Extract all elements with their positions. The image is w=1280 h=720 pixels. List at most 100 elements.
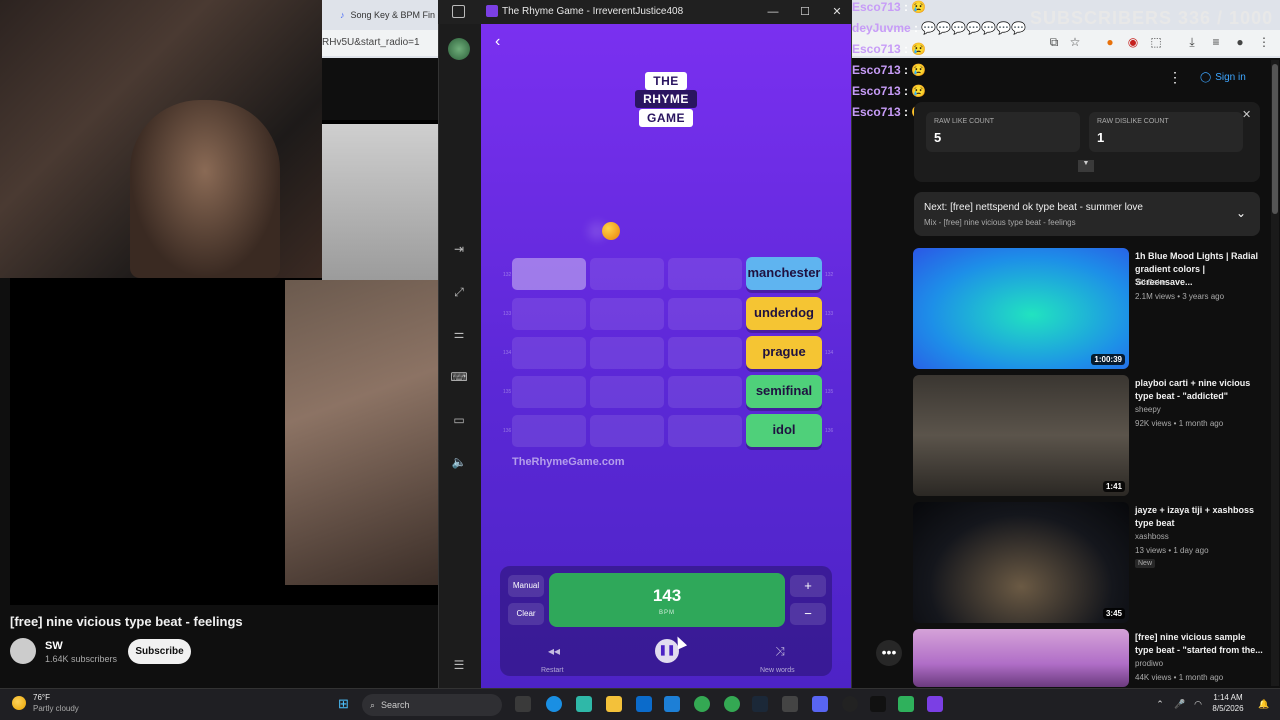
expand-chevron-icon[interactable]: ⌄ — [1236, 206, 1246, 220]
shuffle-icon[interactable]: ⤨ — [767, 644, 793, 660]
keyboard-icon[interactable]: ⌨ — [450, 368, 468, 386]
close-icon[interactable]: ✕ — [1242, 108, 1251, 121]
profile-avatar[interactable]: ● — [1232, 34, 1248, 50]
bpm-label: BPM — [658, 610, 675, 616]
back-arrow-icon[interactable]: ‹ — [495, 33, 500, 51]
obs-icon[interactable] — [842, 696, 858, 712]
channel-avatar[interactable] — [10, 638, 36, 664]
rhyme-word: prague — [746, 336, 822, 369]
tray-overflow-icon[interactable]: ⌃ — [1154, 698, 1166, 710]
app-icon-generic[interactable] — [782, 696, 798, 712]
chrome-icon[interactable] — [694, 696, 710, 712]
bookmark-star-icon[interactable]: ☆ — [1067, 34, 1083, 50]
clock-time[interactable]: 1:14 AM — [1203, 693, 1253, 702]
task-view-icon[interactable] — [515, 696, 531, 712]
weather-sun-icon[interactable] — [12, 696, 26, 710]
extension-icon[interactable]: ● — [1102, 34, 1118, 50]
recommendation-thumbnail[interactable]: 1:00:39 — [913, 248, 1129, 369]
recommendation-title[interactable]: playboi carti + nine vicious type beat -… — [1135, 377, 1265, 403]
chat-username: Esco713 — [852, 105, 901, 119]
maximize-icon[interactable]: ☐ — [795, 3, 815, 21]
sign-in-button[interactable]: ◯ Sign in — [1200, 68, 1256, 86]
recommendation-thumbnail[interactable] — [913, 629, 1129, 687]
beat-cell — [668, 258, 742, 290]
browser-tab[interactable]: ♪ Song Key & BPM Fin — [340, 4, 438, 26]
logo-line-1: THE — [481, 72, 851, 90]
more-actions-button[interactable]: ••• — [876, 640, 902, 666]
logo-rhyme: RHYME — [635, 90, 697, 108]
site-watermark: TheRhymeGame.com — [512, 456, 625, 468]
row-number: 135 — [503, 389, 512, 395]
login-icon[interactable]: ⇥ — [450, 240, 468, 258]
install-icon[interactable]: ⧉ — [1046, 34, 1062, 50]
beat-cell — [668, 298, 742, 330]
rhyme-word: underdog — [746, 297, 822, 330]
chat-username: Esco713 — [852, 42, 901, 56]
close-window-icon[interactable]: ✕ — [827, 3, 847, 21]
app-arrow-icon[interactable] — [898, 696, 914, 712]
copilot-icon[interactable] — [576, 696, 592, 712]
terminal-icon[interactable] — [870, 696, 886, 712]
beat-cell — [668, 337, 742, 369]
recommendation-channel: prodiwo — [1135, 659, 1164, 668]
weather-temperature[interactable]: 76°F — [33, 693, 50, 702]
raw-dislike-value: 1 — [1097, 130, 1105, 145]
restart-icon[interactable]: ◂◂ — [541, 644, 567, 660]
video-title: [free] nine vicious type beat - feelings — [10, 614, 243, 629]
edge-icon[interactable] — [546, 696, 562, 712]
clock-date[interactable]: 8/5/2026 — [1203, 704, 1253, 713]
steam-icon[interactable] — [752, 696, 768, 712]
tag-icon[interactable]: ▭ — [450, 411, 468, 429]
discord-icon[interactable] — [812, 696, 828, 712]
up-next-mix[interactable] — [914, 192, 1260, 236]
subscribe-button[interactable]: Subscribe — [128, 639, 191, 664]
recommendation-thumbnail[interactable]: 3:45 — [913, 502, 1129, 623]
logo-game: GAME — [639, 109, 693, 127]
notification-bell-icon[interactable]: 🔔 — [1258, 698, 1270, 710]
browser-menu-icon[interactable]: ⋮ — [1256, 34, 1272, 50]
minimize-icon[interactable]: — — [763, 3, 783, 21]
channel-name[interactable]: SW — [45, 640, 63, 652]
playlist-icon[interactable]: ≡ — [1208, 34, 1224, 50]
raw-like-label: RAW LIKE COUNT — [934, 118, 995, 125]
bpm-decrease-button[interactable]: − — [790, 603, 826, 625]
bpm-increase-button[interactable]: + — [790, 575, 826, 597]
volume-icon[interactable]: 🔈 — [450, 453, 468, 471]
recommendation-channel: xashboss — [1135, 532, 1169, 541]
outlook-icon[interactable] — [664, 696, 680, 712]
beat-cell — [512, 415, 586, 447]
adblock-icon[interactable]: ◉ — [1125, 34, 1141, 50]
sliders-icon[interactable]: ⚌ — [450, 325, 468, 343]
rhyme-game-taskbar-icon[interactable] — [927, 696, 943, 712]
video-frame-hat — [322, 124, 438, 284]
raw-like-box: RAW LIKE COUNT 5 — [926, 112, 1080, 152]
recommendation-title[interactable]: jayze + izaya tiji + xashboss type beat — [1135, 504, 1265, 530]
bpm-value: 143 — [652, 586, 682, 605]
recommendation-title[interactable]: [free] nine vicious sample type beat - "… — [1135, 631, 1265, 657]
expand-icon[interactable]: ⤢ — [450, 283, 468, 301]
row-number: 134 — [503, 350, 512, 356]
user-avatar[interactable] — [448, 38, 470, 60]
chrome-profile-icon[interactable] — [724, 696, 740, 712]
recommendation-thumbnail[interactable]: 1:41 — [913, 375, 1129, 496]
clear-button[interactable]: Clear — [508, 603, 544, 625]
manual-button[interactable]: Manual — [508, 575, 544, 597]
duration-badge: 1:00:39 — [1091, 354, 1125, 365]
sidebar-toggle-icon[interactable] — [452, 5, 465, 18]
puzzle-icon[interactable]: ⬚ — [1148, 34, 1164, 50]
microphone-icon[interactable]: 🎤 — [1174, 698, 1186, 710]
chat-username: Esco713 — [852, 63, 901, 77]
scrollbar-thumb[interactable] — [1272, 64, 1278, 214]
download-icon[interactable]: ⤓ — [1184, 34, 1200, 50]
chevron-down-icon[interactable]: ▼ — [1078, 160, 1094, 172]
notes-icon[interactable]: ☰ — [450, 656, 468, 674]
windows-start-icon[interactable]: ⊞ — [338, 697, 352, 711]
beat-cell — [590, 337, 664, 369]
recommendation-meta: 44K views • 1 month ago — [1135, 673, 1224, 682]
file-explorer-icon[interactable] — [606, 696, 622, 712]
up-next-title: Next: [free] nettspend ok type beat - su… — [924, 202, 1143, 213]
taskbar-search[interactable]: ⌕ Search — [362, 694, 502, 716]
beat-cell — [512, 258, 586, 290]
store-icon[interactable] — [636, 696, 652, 712]
settings-menu-icon[interactable]: ⋮ — [1168, 69, 1182, 85]
